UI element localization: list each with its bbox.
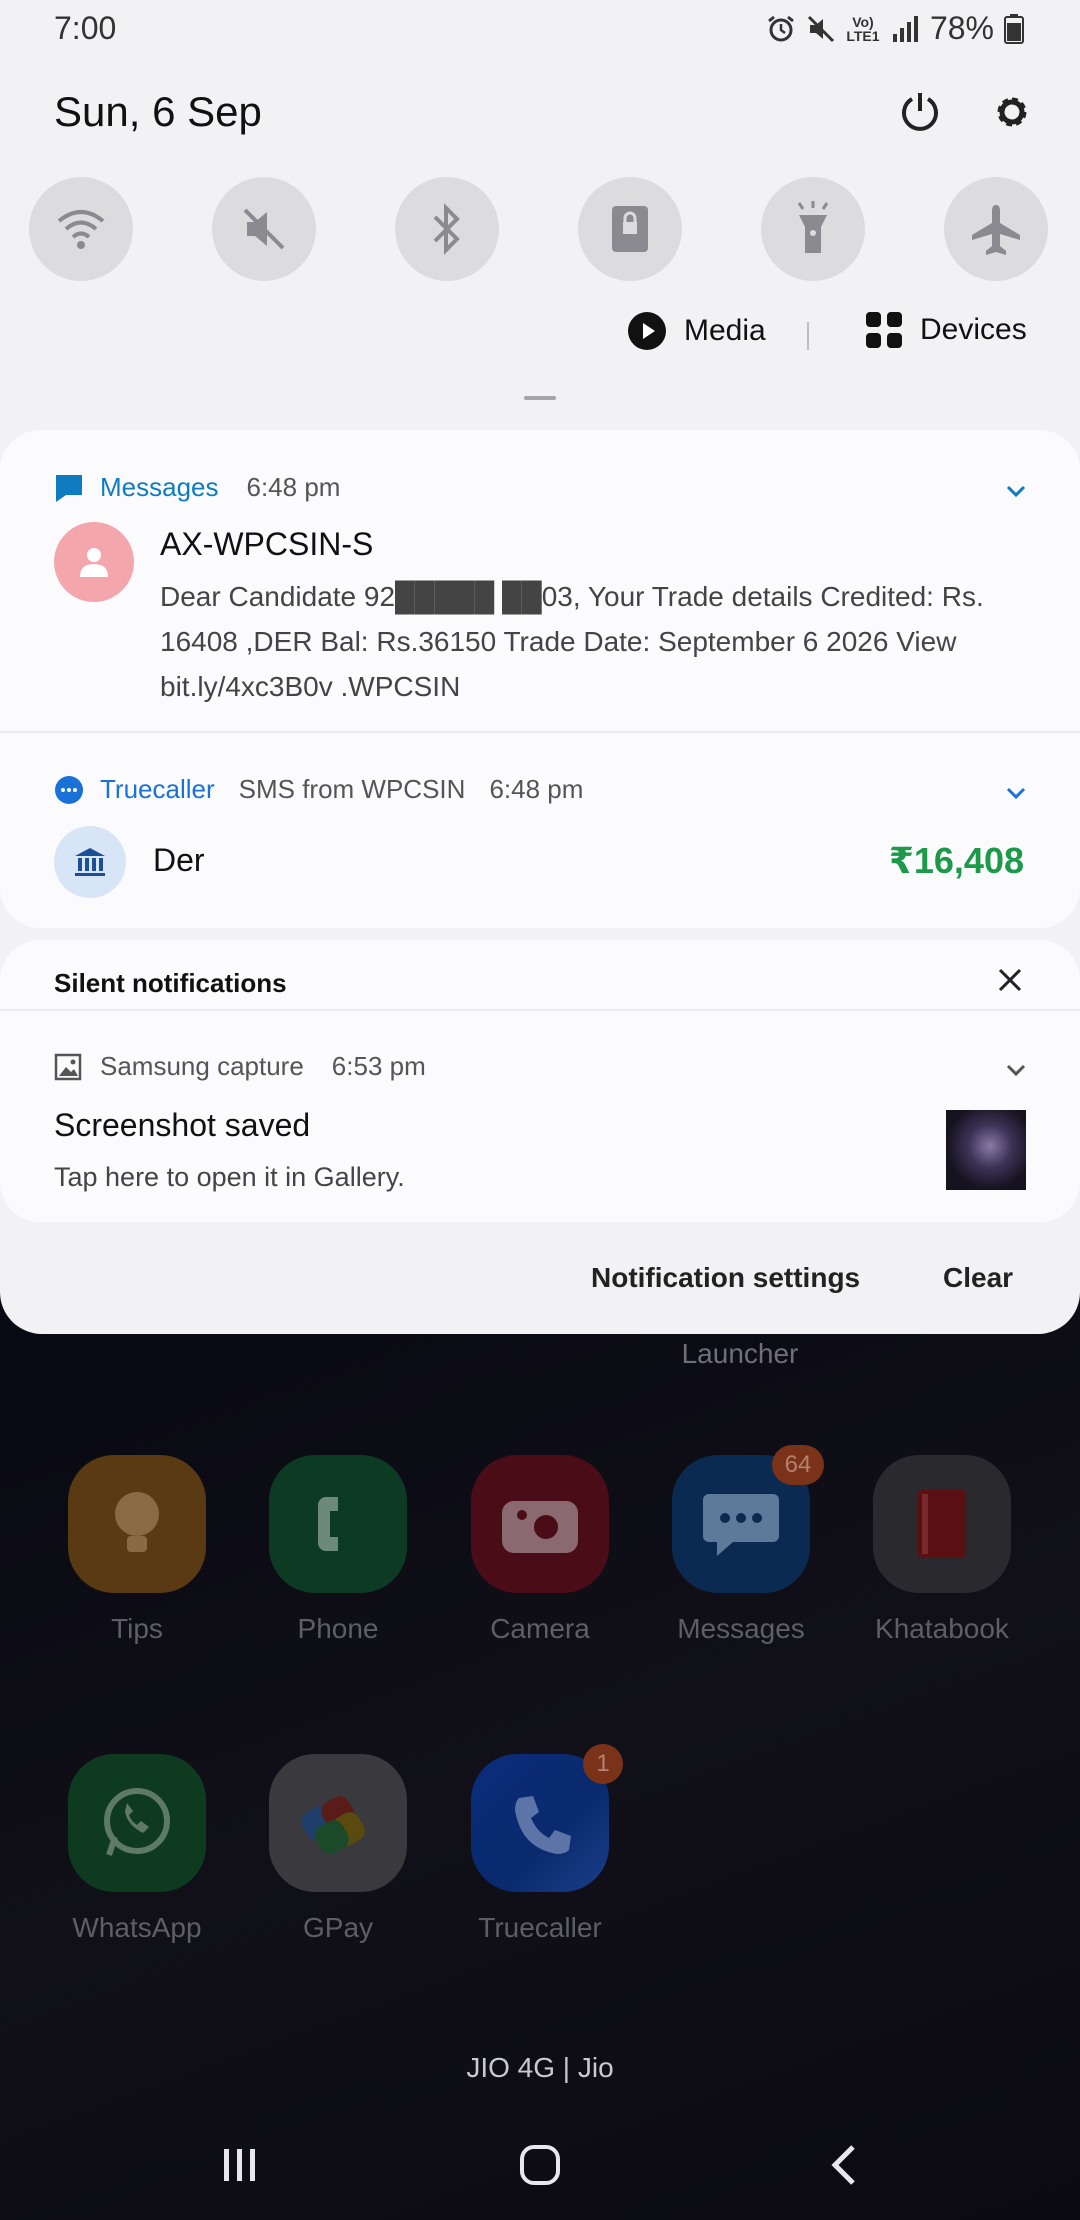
expand-button[interactable] (1001, 1055, 1031, 1085)
battery-icon (1004, 13, 1024, 44)
back-button[interactable] (785, 2110, 905, 2220)
app-camera[interactable]: Camera (455, 1455, 625, 1645)
media-button[interactable]: Media (628, 312, 766, 350)
battery-percent: 78% (929, 10, 994, 46)
khatabook-icon (873, 1455, 1011, 1593)
capture-app-name: Samsung capture (100, 1051, 304, 1081)
truecaller-time: 6:48 pm (489, 774, 584, 804)
screenshot-body: Tap here to open it in Gallery. (54, 1162, 405, 1192)
avatar (54, 522, 134, 602)
devices-icon (866, 312, 902, 348)
dismiss-silent-button[interactable] (990, 960, 1030, 1000)
app-tips[interactable]: Tips (52, 1455, 222, 1645)
truecaller-notification[interactable]: Truecaller SMS from WPCSIN 6:48 pm (0, 732, 1080, 928)
phone-icon (269, 1455, 407, 1593)
close-icon (998, 968, 1022, 992)
truecaller-badge: 1 (583, 1744, 623, 1784)
flashlight-icon (797, 201, 829, 253)
wifi-icon (57, 210, 105, 249)
notification-group: Messages 6:48 pm AX-WPCSIN-S Dear Candid… (0, 430, 1080, 928)
truecaller-app-name: Truecaller (100, 774, 215, 804)
app-messages[interactable]: 64 Messages (656, 1445, 826, 1645)
quick-settings (0, 177, 1080, 281)
bank-icon (75, 848, 105, 876)
camera-icon (471, 1455, 609, 1593)
silent-notifications-title: Silent notifications (54, 968, 287, 998)
drag-handle[interactable] (524, 396, 556, 400)
play-icon (628, 312, 666, 350)
navigation-bar (0, 2110, 1080, 2220)
expand-button[interactable] (1001, 778, 1031, 808)
chevron-down-icon (1006, 787, 1026, 800)
qs-airplane[interactable] (944, 177, 1048, 281)
image-icon (54, 1053, 82, 1080)
launcher-label: Launcher (681, 1338, 799, 1369)
bank-avatar (54, 826, 126, 898)
clear-button[interactable]: Clear (943, 1262, 1013, 1294)
qs-flashlight[interactable] (761, 177, 865, 281)
truecaller-title: Der (153, 842, 205, 878)
messages-app-icon (56, 474, 82, 502)
chevron-down-icon (1006, 485, 1026, 498)
bluetooth-icon (433, 203, 460, 255)
app-gpay[interactable]: GPay (253, 1754, 423, 1944)
carrier-label: JIO 4G | Jio (466, 2052, 614, 2083)
alarm-icon (768, 15, 794, 41)
truecaller-icon: 1 (471, 1744, 623, 1892)
whatsapp-icon (68, 1754, 206, 1892)
chevron-down-icon (1006, 1064, 1026, 1077)
screenshot-thumbnail (946, 1110, 1026, 1190)
qs-bluetooth[interactable] (395, 177, 499, 281)
mute-icon (243, 208, 285, 250)
notification-shade: 7:00 Vo) LTE1 78% Sun, 6 Sep Media Devic… (0, 0, 1080, 1334)
home-icon (520, 2145, 560, 2185)
app-truecaller[interactable]: 1 Truecaller (455, 1744, 625, 1944)
sender-name: AX-WPCSIN-S (160, 526, 374, 562)
signal-icon (892, 15, 918, 42)
back-icon (831, 2145, 855, 2185)
message-body: Dear Candidate 92█████ ██03, Your Trade … (160, 581, 984, 702)
lock-icon (612, 206, 648, 252)
settings-button[interactable] (986, 86, 1038, 138)
transaction-amount: ₹16,408 (888, 840, 1024, 881)
recents-button[interactable] (180, 2110, 300, 2220)
media-divider (807, 322, 809, 350)
expand-button[interactable] (1001, 476, 1031, 506)
qs-sound[interactable] (212, 177, 316, 281)
gear-icon (997, 97, 1027, 127)
messages-notification[interactable]: Messages 6:48 pm AX-WPCSIN-S Dear Candid… (0, 430, 1080, 730)
media-row: Media Devices (0, 312, 1080, 362)
devices-button[interactable]: Devices (866, 312, 1027, 348)
power-button[interactable] (894, 86, 946, 138)
network-label: Vo) LTE1 (846, 13, 880, 44)
person-icon (80, 548, 108, 577)
capture-time: 6:53 pm (331, 1051, 426, 1081)
app-khatabook[interactable]: Khatabook (857, 1455, 1027, 1645)
screenshot-title: Screenshot saved (54, 1107, 311, 1143)
recents-icon (224, 2149, 255, 2181)
notification-settings-button[interactable]: Notification settings (591, 1262, 860, 1294)
messages-icon: 64 (672, 1445, 824, 1593)
power-icon (902, 93, 938, 131)
date-label: Sun, 6 Sep (54, 88, 262, 135)
tips-icon (68, 1455, 206, 1593)
app-whatsapp[interactable]: WhatsApp (52, 1754, 222, 1944)
silent-notifications-group: Silent notifications Samsung capture 6:5… (0, 940, 1080, 1222)
qs-rotation-lock[interactable] (578, 177, 682, 281)
status-time: 7:00 (54, 10, 117, 46)
messages-app-name: Messages (100, 472, 219, 502)
home-button[interactable] (480, 2110, 600, 2220)
truecaller-subtitle: SMS from WPCSIN (238, 774, 466, 804)
airplane-icon (972, 205, 1020, 255)
vibrate-off-icon (807, 15, 835, 42)
truecaller-app-icon (55, 775, 83, 804)
status-bar: 7:00 Vo) LTE1 78% (0, 0, 1080, 56)
messages-time: 6:48 pm (246, 472, 341, 502)
app-phone[interactable]: Phone (253, 1455, 423, 1645)
qs-wifi[interactable] (29, 177, 133, 281)
messages-badge: 64 (772, 1445, 824, 1485)
gpay-icon (269, 1754, 407, 1892)
